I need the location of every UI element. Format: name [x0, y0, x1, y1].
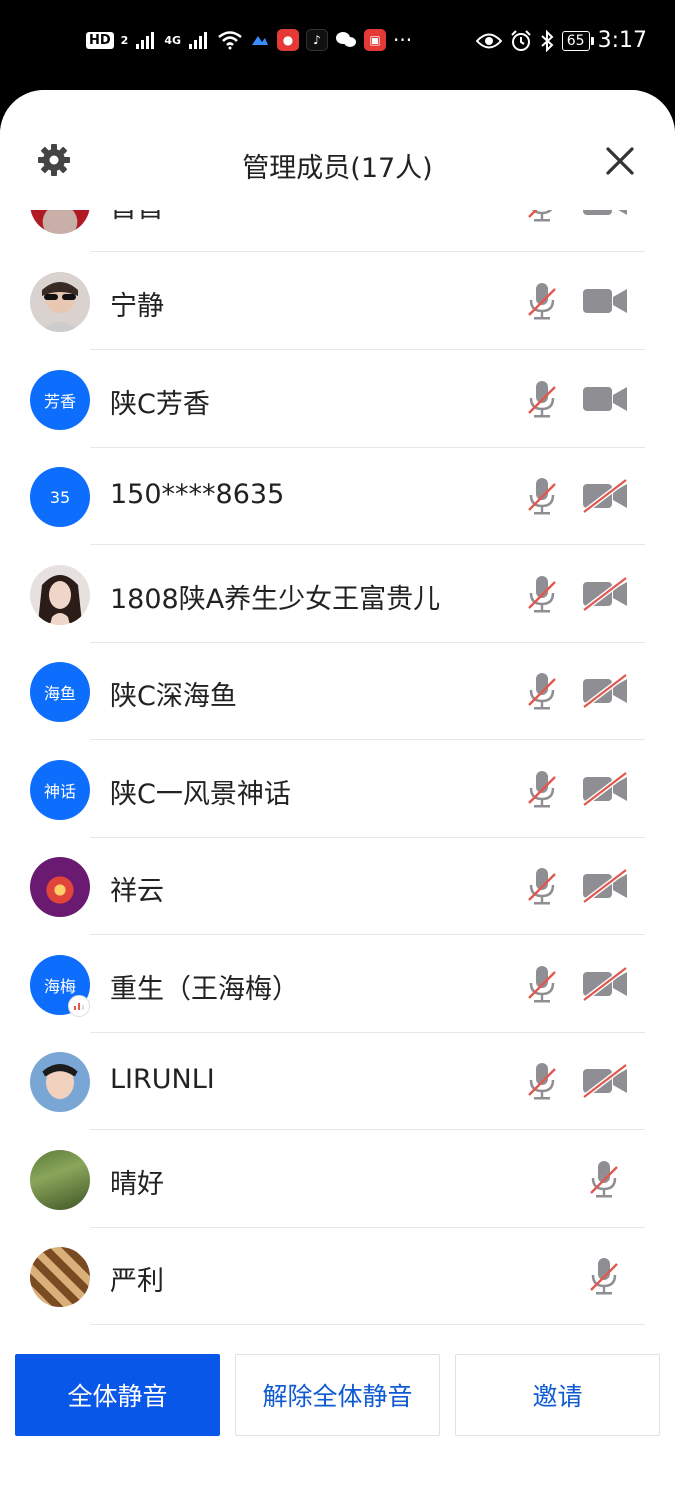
signal-icon [189, 32, 208, 49]
list-item[interactable]: 芳香 陕C芳香 [0, 350, 675, 448]
list-item[interactable]: 海梅 重生（王海梅） [0, 935, 675, 1033]
member-name: 宁静 [110, 291, 164, 322]
mic-muted-icon[interactable] [526, 866, 558, 906]
mic-muted-icon[interactable] [526, 964, 558, 1004]
member-name: 首首 [110, 210, 164, 225]
battery-indicator: 65 [561, 30, 594, 51]
volume-bars-icon [74, 1003, 84, 1010]
camera-icon[interactable] [582, 210, 628, 220]
status-bar: HD 2 4G ● ♪ ▣ ··· 65 3:17 [0, 0, 675, 84]
camera-off-icon[interactable] [582, 772, 628, 806]
member-name: LIRUNLI [110, 1064, 215, 1095]
wechat-icon [336, 32, 357, 47]
avatar [30, 272, 90, 332]
list-item[interactable]: 宁静 [0, 252, 675, 350]
member-name: 1808陕A养生少女王富贵儿 [110, 584, 441, 615]
network-label: 4G [164, 33, 182, 47]
sim-label: 2 [120, 33, 129, 47]
member-name: 严利 [110, 1266, 164, 1297]
avatar [30, 1247, 90, 1307]
list-item[interactable]: LIRUNLI [0, 1032, 675, 1130]
clock: 3:17 [597, 28, 647, 53]
member-management-sheet: 管理成员(17人) 首首 宁静 芳香 陕C芳香 [0, 90, 675, 1500]
speaking-indicator [68, 995, 90, 1017]
eye-icon [475, 33, 502, 48]
mute-all-button[interactable]: 全体静音 [15, 1354, 220, 1436]
close-icon[interactable] [604, 145, 636, 177]
list-item[interactable]: 祥云 [0, 837, 675, 935]
mic-muted-icon[interactable] [588, 1256, 620, 1296]
mic-muted-icon[interactable] [526, 769, 558, 809]
bluetooth-icon [541, 29, 554, 52]
camera-off-icon[interactable] [582, 1064, 628, 1098]
member-name: 重生（王海梅） [110, 974, 299, 1005]
avatar [30, 565, 90, 625]
list-item[interactable]: 海鱼 陕C深海鱼 [0, 642, 675, 740]
mic-muted-icon[interactable] [526, 671, 558, 711]
mic-muted-icon[interactable] [526, 379, 558, 419]
action-bar: 全体静音 解除全体静音 邀请 [0, 1325, 675, 1500]
avatar [30, 210, 90, 234]
page-title: 管理成员(17人) [242, 153, 433, 184]
member-name: 陕C芳香 [110, 389, 210, 420]
tiktok-icon: ♪ [306, 29, 329, 51]
status-right: 65 3:17 [475, 28, 647, 53]
signal-icon [136, 32, 155, 49]
member-name: 祥云 [110, 876, 164, 907]
camera-off-icon[interactable] [582, 479, 628, 513]
list-item[interactable]: 1808陕A养生少女王富贵儿 [0, 545, 675, 643]
avatar [30, 1052, 90, 1112]
list-item[interactable]: 神话 陕C一风景神话 [0, 740, 675, 838]
mic-muted-icon[interactable] [526, 281, 558, 321]
camera-icon[interactable] [582, 284, 628, 318]
mic-muted-icon[interactable] [588, 1159, 620, 1199]
avatar: 海鱼 [30, 662, 90, 722]
invite-button[interactable]: 邀请 [455, 1354, 660, 1436]
sheet-header: 管理成员(17人) [0, 90, 675, 210]
list-item[interactable]: 晴好 [0, 1130, 675, 1228]
app-icon [252, 36, 269, 45]
camera-off-icon[interactable] [582, 967, 628, 1001]
wifi-icon [218, 31, 242, 50]
unmute-all-button[interactable]: 解除全体静音 [235, 1354, 440, 1436]
mic-muted-icon[interactable] [526, 210, 558, 223]
avatar [30, 1150, 90, 1210]
avatar: 35 [30, 467, 90, 527]
alarm-icon [511, 29, 531, 51]
hd-badge: HD [86, 31, 114, 49]
member-name: 陕C一风景神话 [110, 779, 291, 810]
member-name: 晴好 [110, 1169, 164, 1200]
mic-muted-icon[interactable] [526, 574, 558, 614]
list-item[interactable]: 35 150****8635 [0, 447, 675, 545]
camera-off-icon[interactable] [582, 577, 628, 611]
camera-off-icon[interactable] [582, 674, 628, 708]
more-indicator: ··· [393, 28, 413, 52]
camera-icon[interactable] [582, 382, 628, 416]
mic-app-icon: ● [277, 29, 300, 51]
list-item[interactable]: 首首 [0, 210, 675, 252]
mic-muted-icon[interactable] [526, 476, 558, 516]
member-list[interactable]: 首首 宁静 芳香 陕C芳香 35 150****8635 [0, 210, 675, 1325]
member-name: 150****8635 [110, 479, 285, 510]
avatar [30, 857, 90, 917]
avatar: 芳香 [30, 370, 90, 430]
avatar: 神话 [30, 760, 90, 820]
reader-icon: ▣ [364, 29, 387, 51]
member-name: 陕C深海鱼 [110, 681, 237, 712]
status-left: HD 2 4G ● ♪ ▣ ··· [86, 28, 412, 52]
mic-muted-icon[interactable] [526, 1061, 558, 1101]
list-item[interactable]: 严利 [0, 1227, 675, 1325]
camera-off-icon[interactable] [582, 869, 628, 903]
